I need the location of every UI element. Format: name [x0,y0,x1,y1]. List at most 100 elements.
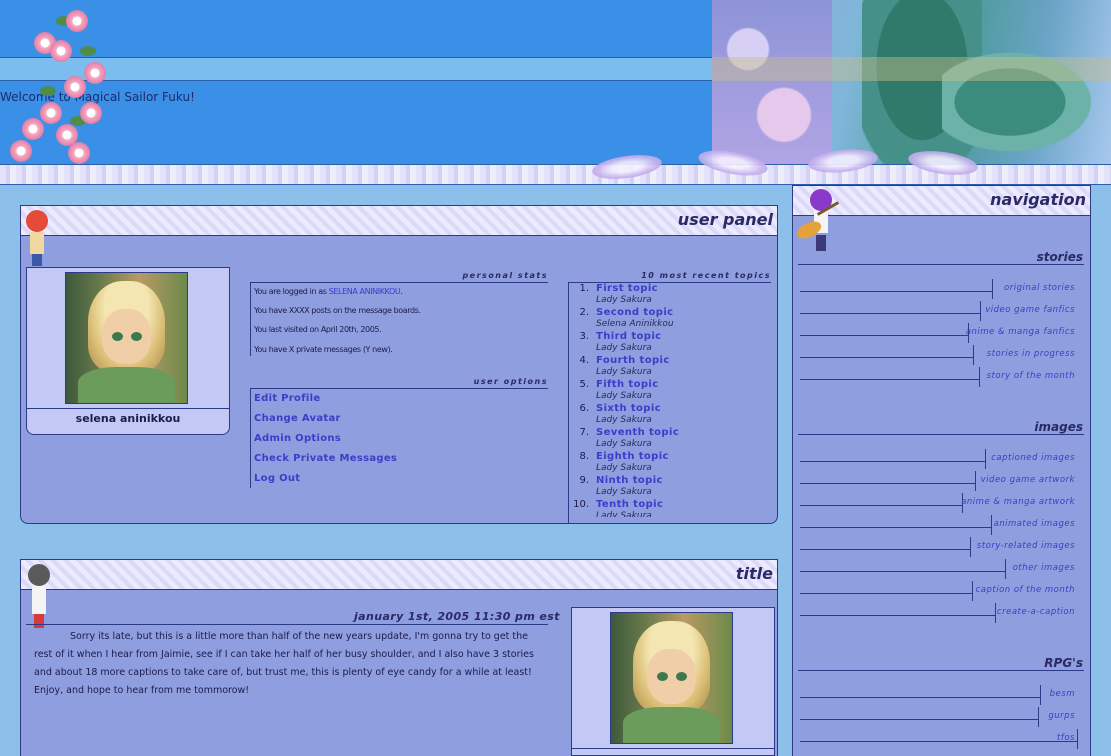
nav-link[interactable]: gurps [1048,711,1075,721]
nav-item-line [800,483,975,484]
nav-item-tick [992,279,993,299]
nav-item-line [800,615,995,616]
topic-link[interactable]: Fifth topic [596,379,659,390]
last-visit: You last visited on April 20th, 2005. [254,325,382,334]
nav-item-tick [973,345,974,365]
topic-author: Lady Sakura [596,415,652,425]
topic-author: Lady Sakura [596,487,652,497]
admin-options-link[interactable]: Admin Options [254,433,341,444]
topic-number: 10. [573,499,589,510]
user-panel-header: user panel [21,206,777,236]
nav-item-tick [1077,729,1078,749]
nav-item-line [800,593,972,594]
nav-link[interactable]: animated images [993,519,1075,529]
topic-link[interactable]: Fourth topic [596,355,670,366]
nav-link[interactable]: anime & manga fanfics [966,327,1075,337]
nav-item-line [800,379,979,380]
profile-link[interactable]: SELENA ANINIKKOU [329,287,401,296]
post-count: You have XXXX posts on the message board… [254,306,421,315]
nav-link[interactable]: stories in progress [987,349,1075,359]
post-panel-header: title [21,560,777,590]
topic-link[interactable]: Second topic [596,307,674,318]
nav-item-tick [995,603,996,623]
avatar [610,612,733,744]
nav-link[interactable]: anime & manga artwork [961,497,1075,507]
nav-section-rule [798,434,1084,435]
nav-item-line [800,741,1077,742]
username: selena aninikkou [75,412,181,425]
nav-link[interactable]: story-related images [977,541,1075,551]
personal-stats-label: personal stats [462,271,548,280]
topic-author: Lady Sakura [596,295,652,305]
nav-item-line [800,357,973,358]
nav-link[interactable]: other images [1013,563,1075,573]
cherry-blossom-icon [10,6,120,164]
logged-in-status: You are logged in as SELENA ANINIKKOU. [254,287,403,296]
navigation-title: navigation [990,190,1086,209]
nav-item-line [800,313,980,314]
nav-item-line [800,719,1038,720]
nav-item-tick [991,515,992,535]
topic-number: 9. [579,475,589,486]
nav-item-line [800,291,992,292]
topic-link[interactable]: Sixth topic [596,403,661,414]
topic-link[interactable]: Ninth topic [596,475,663,486]
nav-item-line [800,335,968,336]
topic-link[interactable]: Eighth topic [596,451,669,462]
nav-link[interactable]: video game artwork [981,475,1075,485]
nav-section-rule [798,670,1084,671]
topic-number: 3. [579,331,589,342]
nav-item-tick [972,581,973,601]
nav-link[interactable]: original stories [1004,283,1075,293]
post-body: Sorry its late, but this is a little mor… [34,631,534,696]
nav-item-line [800,549,970,550]
anime-sprite-icon [22,208,52,266]
topic-link[interactable]: First topic [596,283,658,294]
nav-item-line [800,527,991,528]
header-artwork [712,0,1111,164]
guitar-sprite-icon [794,187,844,253]
nav-link[interactable]: tfos [1057,733,1075,743]
nav-item-tick [1038,707,1039,727]
nav-item-line [800,461,985,462]
nav-link[interactable]: story of the month [987,371,1075,381]
edit-profile-link[interactable]: Edit Profile [254,393,320,404]
topic-link[interactable]: Seventh topic [596,427,679,438]
nav-link[interactable]: caption of the month [976,585,1075,595]
nav-item-tick [985,449,986,469]
anime-sprite-icon [24,562,54,628]
nav-section-heading: images [1034,420,1083,434]
topic-number: 6. [579,403,589,414]
topic-link[interactable]: Tenth topic [596,499,663,510]
avatar [65,272,188,404]
change-avatar-link[interactable]: Change Avatar [254,413,341,424]
nav-link[interactable]: create-a-caption [997,607,1075,617]
topic-number: 4. [579,355,589,366]
topic-number: 1. [579,283,589,294]
logout-link[interactable]: Log Out [254,473,300,484]
post-title: title [735,564,773,583]
nav-link[interactable]: besm [1050,689,1075,699]
topic-author: Lady Sakura [596,511,652,517]
recent-topics-label: 10 most recent topics [641,271,771,280]
private-messages-link[interactable]: Check Private Messages [254,453,397,464]
nav-link[interactable]: video game fanfics [985,305,1075,315]
panel-title: user panel [677,210,773,229]
recent-topics-list: 1. First topic Lady Sakura 2. Second topic Se… [569,283,771,517]
nav-item-tick [1040,685,1041,705]
topic-link[interactable]: Third topic [596,331,662,342]
nav-link[interactable]: captioned images [991,453,1075,463]
nav-item-line [800,505,962,506]
nav-section-rule [798,264,1084,265]
nav-item-line [800,571,1005,572]
topic-author: Lady Sakura [596,367,652,377]
post-avatar-box [571,607,775,756]
topic-author: Lady Sakura [596,343,652,353]
nav-section-heading: RPG's [1044,656,1083,670]
nav-item-line [800,697,1040,698]
private-message-count: You have X private messages (Y new). [254,345,393,354]
topic-author: Selena Aninikkou [596,319,674,329]
topic-author: Lady Sakura [596,391,652,401]
topic-author: Lady Sakura [596,463,652,473]
user-avatar-box: selena aninikkou [26,267,230,435]
